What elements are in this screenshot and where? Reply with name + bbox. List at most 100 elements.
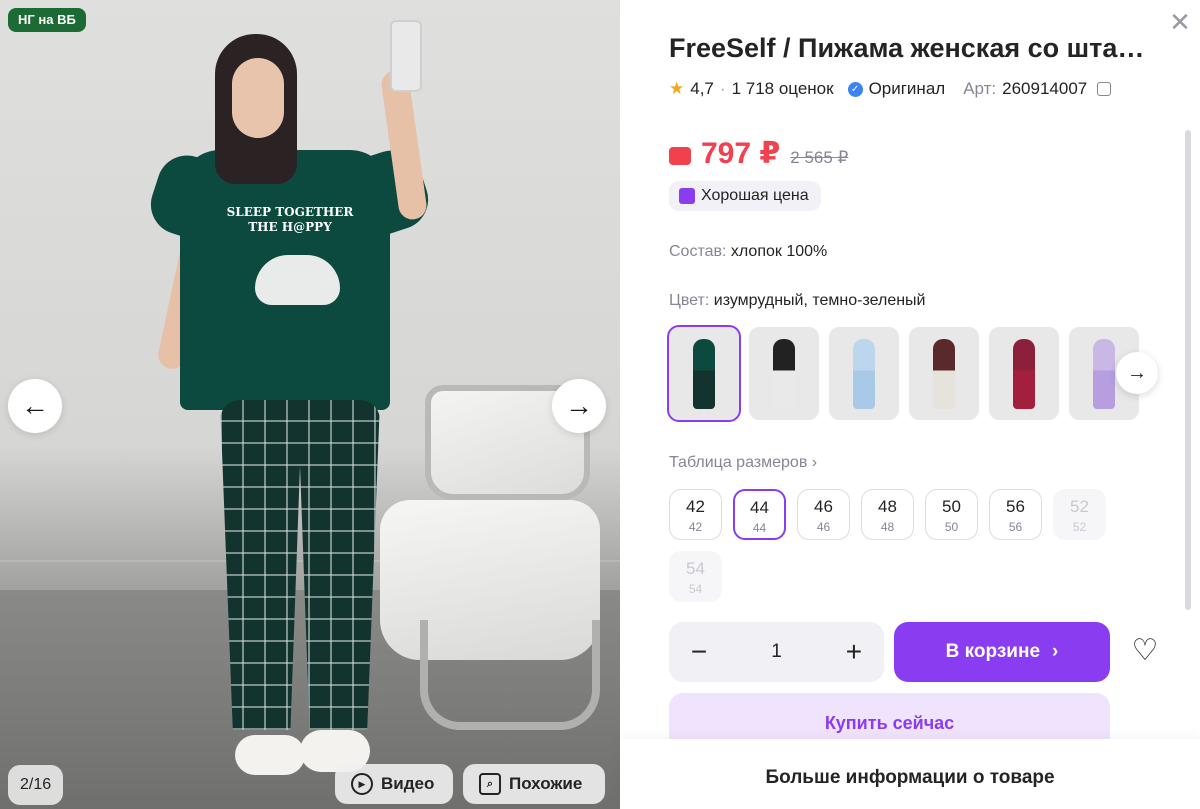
play-icon: ▶: [351, 773, 373, 795]
product-details-panel: ✕ FreeSelf / Пижама женская со штанами ★…: [620, 0, 1200, 809]
image-counter: 2/16: [8, 765, 64, 805]
in-cart-label: В корзине: [945, 641, 1041, 662]
product-modal: SLEEP TOGETHER THE H@PPY НГ на ВБ ← → 2/…: [0, 0, 1200, 809]
size-option[interactable]: 46 46: [797, 489, 850, 540]
size-option: 54 54: [669, 551, 722, 602]
size-eu: 54: [688, 582, 703, 596]
chair-leg: [420, 620, 600, 730]
composition-value: хлопок 100%: [730, 243, 828, 260]
thumbs-up-icon: [679, 188, 695, 204]
color-swatch[interactable]: [909, 327, 979, 420]
similar-button[interactable]: ⌕ Похожие: [463, 764, 605, 804]
composition-row: Состав: хлопок 100%: [669, 243, 827, 261]
current-price: 797 ₽: [701, 137, 781, 170]
product-meta: ★ 4,7 · 1 718 оценок ✓ Оригинал Арт: 260…: [669, 79, 1112, 99]
swatch-thumbnail: [853, 339, 875, 409]
color-value: изумрудный, темно-зеленый: [713, 292, 926, 309]
shirt-print-graphic: [255, 255, 340, 305]
gallery-prev-button[interactable]: ←: [8, 379, 62, 433]
plus-icon[interactable]: +: [842, 636, 866, 668]
chevron-right-icon: ›: [1052, 641, 1059, 662]
size-ru: 56: [1006, 497, 1025, 516]
arrow-left-icon: ←: [21, 390, 49, 421]
color-label: Цвет:: [669, 292, 710, 309]
promo-badge: НГ на ВБ: [8, 8, 86, 32]
size-eu: 48: [880, 520, 895, 534]
print-line: SLEEP TOGETHER: [226, 205, 354, 219]
size-eu: 46: [816, 520, 831, 534]
gallery-next-button[interactable]: →: [552, 379, 606, 433]
wallet-icon: [669, 147, 691, 165]
size-ru: 44: [750, 498, 769, 517]
in-cart-button[interactable]: В корзине ›: [894, 622, 1110, 682]
separator: ·: [719, 79, 726, 98]
article-label: Арт:: [963, 79, 997, 98]
heart-icon[interactable]: ♡: [1128, 634, 1162, 668]
search-similar-icon: ⌕: [479, 773, 501, 795]
video-label: Видео: [381, 774, 435, 793]
size-eu: 50: [944, 520, 959, 534]
swatch-thumbnail: [1093, 339, 1115, 409]
model-face: [232, 58, 284, 138]
size-ru: 48: [878, 497, 897, 516]
size-option[interactable]: 48 48: [861, 489, 914, 540]
quantity-stepper: − 1 +: [669, 622, 884, 682]
composition-label: Состав:: [669, 243, 727, 260]
size-ru: 46: [814, 497, 833, 516]
size-table-link[interactable]: Таблица размеров ›: [669, 454, 817, 472]
minus-icon[interactable]: −: [687, 636, 711, 668]
swatch-thumbnail: [933, 339, 955, 409]
scrollbar[interactable]: [1185, 130, 1191, 610]
print-line: THE H@PPY: [248, 220, 332, 234]
good-price-label: Хорошая цена: [701, 187, 809, 204]
size-option[interactable]: 42 42: [669, 489, 722, 540]
size-option[interactable]: 50 50: [925, 489, 978, 540]
arrow-right-icon: →: [1127, 361, 1147, 384]
swatch-thumbnail: [1013, 339, 1035, 409]
size-eu: 44: [752, 521, 767, 535]
size-eu: 52: [1072, 520, 1087, 534]
color-row: Цвет: изумрудный, темно-зеленый: [669, 292, 926, 310]
arrow-right-icon: →: [565, 390, 593, 421]
size-ru: 50: [942, 497, 961, 516]
swatch-thumbnail: [693, 339, 715, 409]
size-ru: 52: [1070, 497, 1089, 516]
close-icon[interactable]: ✕: [1168, 9, 1192, 35]
size-ru: 54: [686, 559, 705, 578]
old-price: 2 565 ₽: [790, 148, 849, 167]
similar-label: Похожие: [509, 774, 583, 793]
good-price-badge: Хорошая цена: [669, 181, 821, 211]
swatch-thumbnail: [773, 339, 795, 409]
rating-value: 4,7: [690, 79, 714, 98]
swatches-next-button[interactable]: →: [1116, 352, 1158, 394]
color-swatch[interactable]: [989, 327, 1059, 420]
size-ru: 42: [686, 497, 705, 516]
size-selector: 42 42 44 44 46 46 48 48 50 50 56 56 52 52 54 54: [669, 489, 1129, 602]
color-swatches: [667, 325, 1139, 422]
size-eu: 56: [1008, 520, 1023, 534]
quantity-value: 1: [771, 641, 782, 662]
pants: [220, 400, 380, 730]
more-info-button[interactable]: Больше информации о товаре: [620, 739, 1200, 809]
color-swatch[interactable]: [829, 327, 899, 420]
shirt-print: SLEEP TOGETHER THE H@PPY: [225, 205, 355, 239]
slipper: [235, 735, 305, 775]
reviews-count[interactable]: 1 718 оценок: [732, 79, 834, 99]
phone: [390, 20, 422, 92]
product-title: FreeSelf / Пижама женская со штанами: [669, 33, 1159, 63]
video-button[interactable]: ▶ Видео: [335, 764, 453, 804]
product-gallery: SLEEP TOGETHER THE H@PPY НГ на ВБ ← → 2/…: [0, 0, 620, 809]
verified-icon: ✓: [847, 81, 863, 97]
size-eu: 42: [688, 520, 703, 534]
color-swatch[interactable]: [749, 327, 819, 420]
size-option[interactable]: 44 44: [733, 489, 786, 540]
copy-icon[interactable]: [1097, 82, 1112, 96]
article-value: 260914007: [1002, 79, 1088, 98]
size-option[interactable]: 56 56: [989, 489, 1042, 540]
model-photo: SLEEP TOGETHER THE H@PPY: [140, 20, 440, 800]
size-option: 52 52: [1053, 489, 1106, 540]
price-row: 797 ₽ 2 565 ₽: [669, 136, 848, 171]
original-label: Оригинал: [868, 79, 946, 98]
star-icon: ★: [669, 79, 685, 98]
color-swatch[interactable]: [667, 325, 741, 422]
